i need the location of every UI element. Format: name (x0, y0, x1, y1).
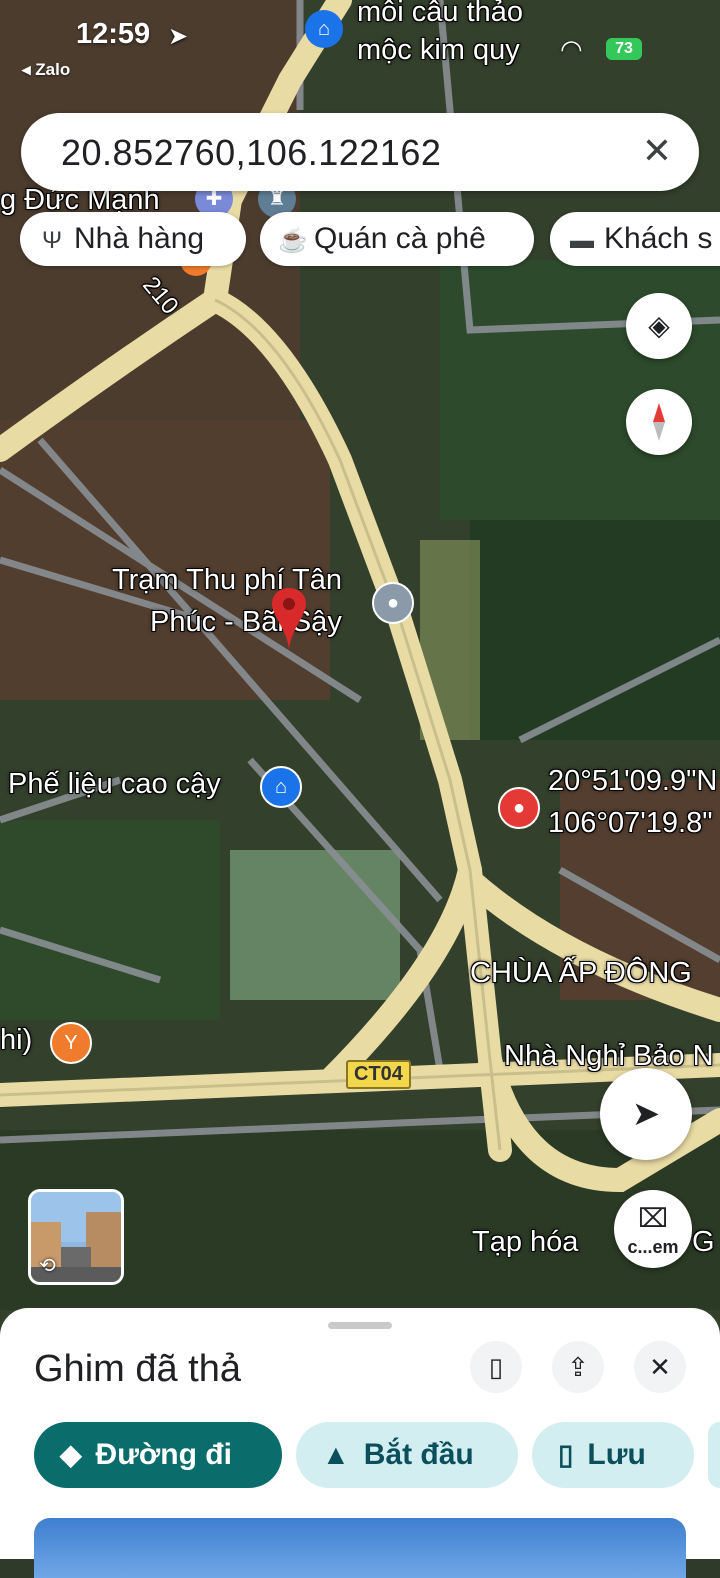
close-icon: ✕ (649, 1352, 671, 1382)
share-button[interactable]: ⇪ (552, 1341, 604, 1393)
poi-label-chua-ap-dong[interactable]: CHÙA ẤP ĐÔNG (470, 957, 692, 990)
clear-search-close-icon[interactable]: ✕ (637, 131, 677, 171)
bar-icon[interactable]: Y (50, 1022, 92, 1064)
shopping-bag-icon[interactable]: ⌂ (260, 766, 302, 808)
start-navigation-button[interactable]: ▲ Bắt đầu (296, 1422, 518, 1488)
toll-station-icon[interactable]: ● (372, 582, 414, 624)
directions-label: Đường đi (95, 1438, 232, 1471)
restaurant-icon: Ψ (41, 227, 63, 254)
chip-label: Khách s (604, 222, 713, 255)
chip-label: Quán cà phê (314, 222, 486, 255)
wifi-icon: ◠ (560, 34, 583, 64)
location-arrow-icon: ➤ (168, 23, 189, 50)
hotel-icon: ▬ (570, 227, 594, 254)
status-bar: 12:59 ➤ ◂ Zalo ◠ 73 (0, 0, 720, 100)
directions-button[interactable]: ◆ Đường đi (34, 1422, 282, 1488)
bookmark-icon: ▯ (558, 1439, 574, 1470)
chip-label: Nhà hàng (74, 222, 205, 255)
chip-hotels[interactable]: ▬ Khách s (550, 212, 720, 266)
status-time: 12:59 (76, 18, 151, 50)
search-query[interactable]: 20.852760,106.122162 (61, 132, 441, 174)
rotate-360-icon: ⟲ (39, 1255, 56, 1277)
coffee-icon: ☕ (278, 227, 308, 254)
coordinate-label-lat[interactable]: 20°51'09.9"N (548, 765, 717, 798)
save-label: Lưu (587, 1438, 646, 1471)
save-place-button[interactable]: ▯ Lưu (532, 1422, 694, 1488)
navigation-arrow-icon: ➤ (631, 1095, 661, 1133)
my-location-button[interactable]: ➤ (600, 1068, 692, 1160)
road-shield-ct04: CT04 (346, 1060, 411, 1089)
camera-icon: ⌧ (638, 1203, 668, 1233)
place-photo[interactable] (34, 1518, 686, 1578)
chip-cafes[interactable]: ☕ Quán cà phê (260, 212, 534, 266)
coordinate-label-lng[interactable]: 106°07'19.8" (548, 807, 713, 840)
poi-label-tap-hoa[interactable]: Tạp hóa (472, 1226, 578, 1259)
battery-indicator: 73 (606, 38, 642, 60)
search-bar[interactable]: 20.852760,106.122162 ✕ (21, 113, 699, 191)
more-actions-button[interactable] (708, 1422, 720, 1488)
bookmark-icon: ▯ (488, 1352, 504, 1382)
chip-restaurants[interactable]: Ψ Nhà hàng (20, 212, 246, 266)
camera-label: c...em (627, 1237, 679, 1257)
poi-label-nha-nghi[interactable]: Nhà Nghỉ Bảo N (504, 1040, 714, 1073)
back-to-app-link[interactable]: ◂ Zalo (22, 60, 70, 80)
street-view-thumbnail[interactable]: ⟲ (28, 1189, 124, 1285)
place-bottom-sheet[interactable]: Ghim đã thả ▯ ⇪ ✕ ◆ Đường đi ▲ Bắt đầu ▯ Lư… (0, 1308, 720, 1578)
category-chips: Ψ Nhà hàng ☕ Quán cà phê ▬ Khách s (20, 212, 720, 266)
compass-button[interactable] (626, 389, 692, 455)
navigation-arrow-icon: ▲ (322, 1439, 350, 1470)
start-label: Bắt đầu (363, 1438, 474, 1471)
share-icon: ⇪ (567, 1352, 589, 1382)
camera-search-button[interactable]: ⌧ c...em (614, 1190, 692, 1268)
toll-label-1[interactable]: Trạm Thu phí Tân (112, 564, 342, 597)
directions-icon: ◆ (60, 1439, 82, 1470)
poi-label-tap-hoa-end[interactable]: G (692, 1226, 715, 1259)
toll-label-2[interactable]: Phúc - Bãi Sậy (150, 606, 342, 639)
layers-button[interactable]: ◈ (626, 293, 692, 359)
save-bookmark-button[interactable]: ▯ (470, 1341, 522, 1393)
drag-handle[interactable] (328, 1322, 392, 1329)
compass-icon (653, 403, 665, 441)
dropped-pin-icon[interactable] (272, 588, 306, 652)
sheet-title: Ghim đã thả (34, 1348, 241, 1390)
close-sheet-button[interactable]: ✕ (634, 1341, 686, 1393)
poi-label-left-edge[interactable]: hi) (0, 1024, 32, 1057)
coordinate-pin-icon[interactable]: ● (498, 787, 540, 829)
layers-icon: ◈ (648, 310, 670, 341)
poi-label-phe-lieu[interactable]: Phế liệu cao cậy (8, 768, 221, 801)
